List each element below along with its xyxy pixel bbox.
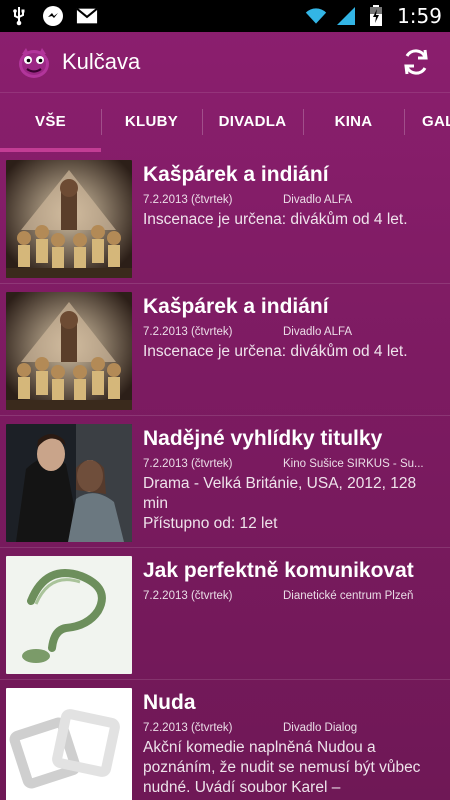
event-thumbnail — [6, 424, 132, 542]
tab-kluby[interactable]: KLUBY — [101, 93, 202, 150]
event-title: Kašpárek a indiání — [143, 295, 329, 318]
tab-label: KLUBY — [124, 113, 179, 130]
event-venue: Divadlo ALFA — [283, 194, 353, 206]
gmail-icon — [76, 6, 98, 26]
event-date: 7.2.2013 (čtvrtek) — [143, 590, 233, 602]
list-item[interactable]: Jak perfektně komunikovat 7.2.2013 (čtvr… — [0, 548, 450, 680]
event-venue: Kino Sušice SIRKUS - Su... — [283, 458, 424, 470]
clock-time: 1:59 — [397, 4, 442, 28]
event-title: Nuda — [143, 691, 196, 714]
event-thumbnail — [6, 688, 132, 800]
event-thumbnail — [6, 292, 132, 410]
event-description: Inscenace je určena: divákům od 4 let. — [143, 343, 408, 360]
event-venue: Dianetické centrum Plzeň — [283, 590, 414, 602]
tab-kina[interactable]: KINA — [303, 93, 404, 150]
messenger-icon — [42, 6, 64, 26]
tab-vse[interactable]: VŠE — [0, 93, 101, 150]
list-item[interactable]: Nuda 7.2.2013 (čtvrtek) Divadlo Dialog A… — [0, 680, 450, 800]
event-list[interactable]: Kašpárek a indiání 7.2.2013 (čtvrtek) Di… — [0, 152, 450, 800]
event-description: Inscenace je určena: divákům od 4 let. — [143, 211, 408, 228]
signal-icon — [335, 6, 357, 26]
event-date: 7.2.2013 (čtvrtek) — [143, 194, 233, 206]
event-thumbnail — [6, 160, 132, 278]
event-title: Jak perfektně komunikovat — [143, 559, 414, 582]
tab-label: KINA — [334, 113, 373, 130]
event-date: 7.2.2013 (čtvrtek) — [143, 722, 233, 734]
list-item[interactable]: Kašpárek a indiání 7.2.2013 (čtvrtek) Di… — [0, 284, 450, 416]
event-venue: Divadlo ALFA — [283, 326, 353, 338]
event-thumbnail — [6, 556, 132, 674]
tab-label: DIVADLA — [218, 113, 287, 130]
event-description: Drama - Velká Británie, USA, 2012, 128 m… — [143, 475, 417, 532]
app-title: Kulčava — [62, 49, 141, 74]
list-item[interactable]: Kašpárek a indiání 7.2.2013 (čtvrtek) Di… — [0, 152, 450, 284]
tab-galerie[interactable]: GAL — [404, 93, 450, 150]
tab-divadla[interactable]: DIVADLA — [202, 93, 303, 150]
event-date: 7.2.2013 (čtvrtek) — [143, 458, 233, 470]
wifi-icon — [305, 6, 327, 26]
tab-label: VŠE — [35, 113, 66, 130]
battery-icon — [365, 5, 387, 26]
event-date: 7.2.2013 (čtvrtek) — [143, 326, 233, 338]
status-bar: 1:59 — [0, 0, 450, 32]
action-bar: Kulčava — [0, 32, 450, 92]
event-description: Akční komedie naplněná Nudou a poznáním,… — [143, 739, 421, 796]
event-venue: Divadlo Dialog — [283, 722, 358, 734]
list-item[interactable]: Nadějné vyhlídky titulky 7.2.2013 (čtvrt… — [0, 416, 450, 548]
category-tabs: VŠE KLUBY DIVADLA KINA GAL — [0, 92, 450, 152]
event-title: Kašpárek a indiání — [143, 163, 329, 186]
refresh-icon[interactable] — [398, 44, 434, 80]
purple-creature-logo[interactable] — [16, 44, 52, 80]
event-title: Nadějné vyhlídky titulky — [143, 427, 383, 450]
tab-label: GAL — [422, 113, 450, 130]
usb-icon — [8, 6, 30, 26]
